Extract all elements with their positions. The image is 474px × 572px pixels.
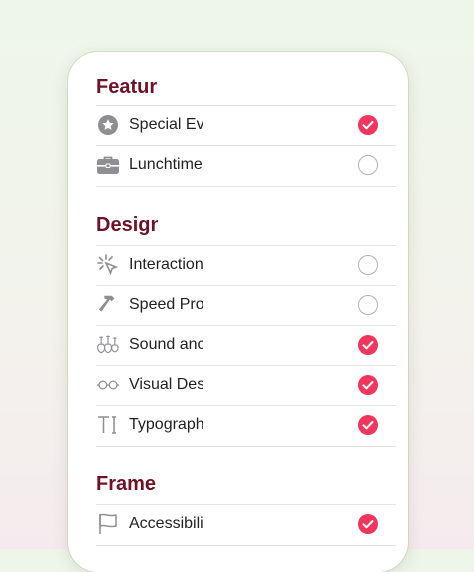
list-item-speed-pro[interactable]: Speed Pro bbox=[96, 285, 396, 326]
text-cursor-icon bbox=[96, 413, 120, 437]
item-label: Accessibili bbox=[129, 515, 203, 532]
item-label: Interaction bbox=[129, 256, 203, 273]
eyeglasses-icon bbox=[96, 373, 120, 397]
cursor-click-icon bbox=[96, 253, 120, 277]
selected-checkmark-icon[interactable] bbox=[358, 375, 378, 395]
selected-checkmark-icon[interactable] bbox=[358, 415, 378, 435]
unselected-circle-icon[interactable] bbox=[358, 155, 378, 175]
list-item-typography[interactable]: Typograph bbox=[96, 405, 396, 447]
unselected-circle-icon[interactable] bbox=[358, 295, 378, 315]
item-label: Typograph bbox=[129, 416, 203, 433]
section-title-design: Design bbox=[96, 214, 158, 236]
star-badge-icon bbox=[96, 113, 120, 137]
item-label: Speed Pro bbox=[129, 296, 203, 313]
item-label: Lunchtime bbox=[129, 156, 203, 173]
instruments-icon bbox=[96, 333, 120, 357]
item-label: Sound anc bbox=[129, 336, 203, 353]
flag-icon bbox=[96, 512, 120, 536]
list-item-sound[interactable]: Sound anc bbox=[96, 325, 396, 366]
section-title-frameworks: Frame bbox=[96, 473, 157, 495]
briefcase-icon bbox=[96, 153, 120, 177]
selected-checkmark-icon[interactable] bbox=[358, 514, 378, 534]
item-label: Special Ev bbox=[129, 116, 203, 133]
item-label: Visual Des bbox=[129, 376, 203, 393]
selected-checkmark-icon[interactable] bbox=[358, 115, 378, 135]
sessions-card: Featur Special Ev Lunchtime Design Inter… bbox=[68, 52, 408, 572]
list-item-lunchtime[interactable]: Lunchtime bbox=[96, 145, 396, 187]
list-item-interaction[interactable]: Interaction bbox=[96, 245, 396, 286]
unselected-circle-icon[interactable] bbox=[358, 255, 378, 275]
list-item-special-events[interactable]: Special Ev bbox=[96, 105, 396, 146]
list-item-accessibility[interactable]: Accessibili bbox=[96, 504, 396, 546]
list-item-visual-design[interactable]: Visual Des bbox=[96, 365, 396, 406]
section-title-featured: Featur bbox=[96, 76, 158, 98]
selected-checkmark-icon[interactable] bbox=[358, 335, 378, 355]
hammer-icon bbox=[96, 293, 120, 317]
